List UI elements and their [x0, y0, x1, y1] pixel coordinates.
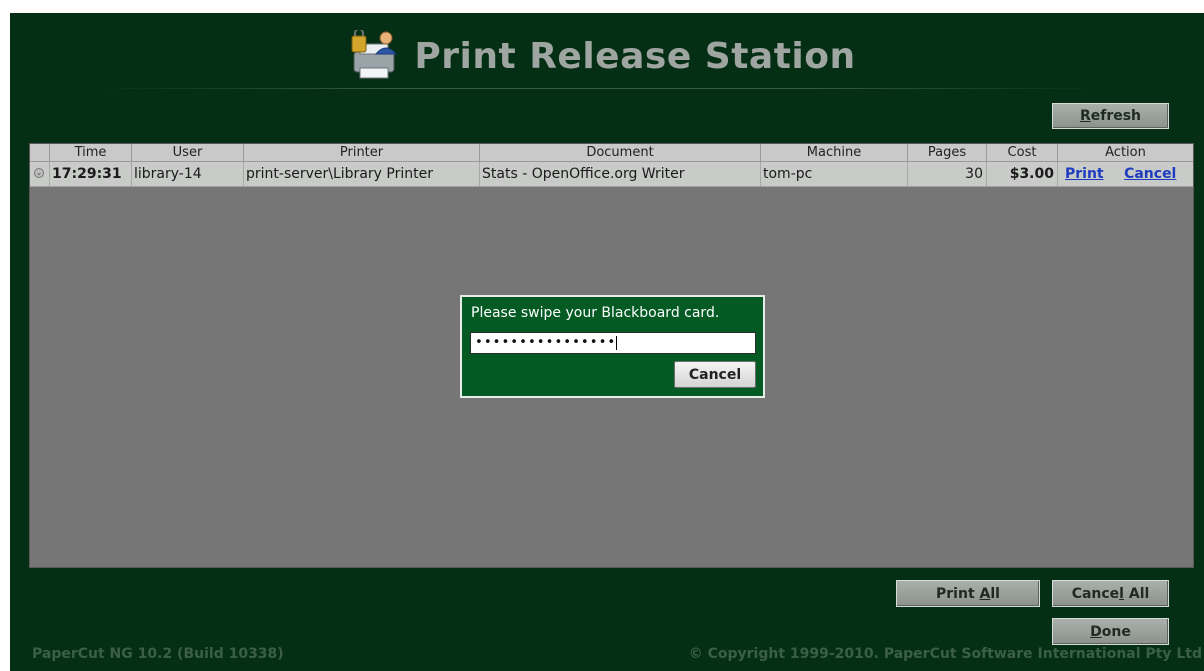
dialog-cancel-button[interactable]: Cancel [674, 361, 756, 388]
print-all-label-pre: Print [936, 585, 980, 602]
dialog-prompt: Please swipe your Blackboard card. [471, 305, 720, 321]
header: Print Release Station [0, 30, 1204, 80]
cell-printer: print-server\Library Printer [244, 162, 480, 186]
card-swipe-dialog: Please swipe your Blackboard card. •••••… [460, 295, 765, 398]
cancel-all-label-pre: Cance [1071, 585, 1120, 602]
refresh-label-rest: efresh [1090, 108, 1142, 124]
version-info: PaperCut NG 10.2 (Build 10338) [32, 646, 284, 662]
print-job-link[interactable]: Print [1065, 166, 1104, 182]
column-header-printer[interactable]: Printer [244, 144, 480, 161]
column-header-action[interactable]: Action [1058, 144, 1193, 161]
column-header-document[interactable]: Document [480, 144, 761, 161]
text-cursor [616, 335, 618, 350]
table-header: Time User Printer Document Machine Pages… [30, 144, 1193, 162]
refresh-button[interactable]: Refresh [1052, 103, 1169, 129]
print-all-button[interactable]: Print All [896, 580, 1040, 607]
refresh-access-key: R [1079, 108, 1091, 124]
card-number-value: •••••••••••••••• [475, 335, 617, 350]
done-label-post: one [1101, 623, 1131, 640]
cell-user: library-14 [132, 162, 244, 186]
row-expand-cell[interactable]: ⌄ [30, 162, 50, 186]
cell-time: 17:29:31 [50, 162, 132, 186]
column-header-user[interactable]: User [132, 144, 244, 161]
done-button[interactable]: Done [1052, 618, 1169, 645]
done-access-key: D [1090, 623, 1102, 640]
app-title: Print Release Station [414, 35, 856, 77]
cell-pages: 30 [908, 162, 987, 186]
cell-cost: $3.00 [987, 162, 1058, 186]
cancel-job-link[interactable]: Cancel [1124, 166, 1176, 182]
column-header-cost[interactable]: Cost [987, 144, 1058, 161]
printer-lock-user-icon [351, 30, 398, 79]
cancel-all-label-post: All [1123, 585, 1150, 602]
card-number-input[interactable]: •••••••••••••••• [470, 332, 756, 354]
cell-machine: tom-pc [761, 162, 908, 186]
title-divider [100, 88, 1100, 89]
print-all-label-post: ll [990, 585, 1000, 602]
column-header-pages[interactable]: Pages [908, 144, 987, 161]
table-row[interactable]: ⌄ 17:29:31 library-14 print-server\Libra… [30, 162, 1193, 187]
column-header-time[interactable]: Time [50, 144, 132, 161]
cell-action: Print Cancel [1058, 162, 1193, 186]
cancel-all-button[interactable]: Cance l All [1052, 580, 1169, 607]
column-header-machine[interactable]: Machine [761, 144, 908, 161]
header-icon-column [30, 144, 50, 161]
copyright-notice: © Copyright 1999-2010. PaperCut Software… [688, 646, 1202, 662]
print-all-access-key: A [979, 585, 991, 602]
chevron-down-icon[interactable]: ⌄ [34, 168, 44, 178]
cell-document: Stats - OpenOffice.org Writer [480, 162, 761, 186]
